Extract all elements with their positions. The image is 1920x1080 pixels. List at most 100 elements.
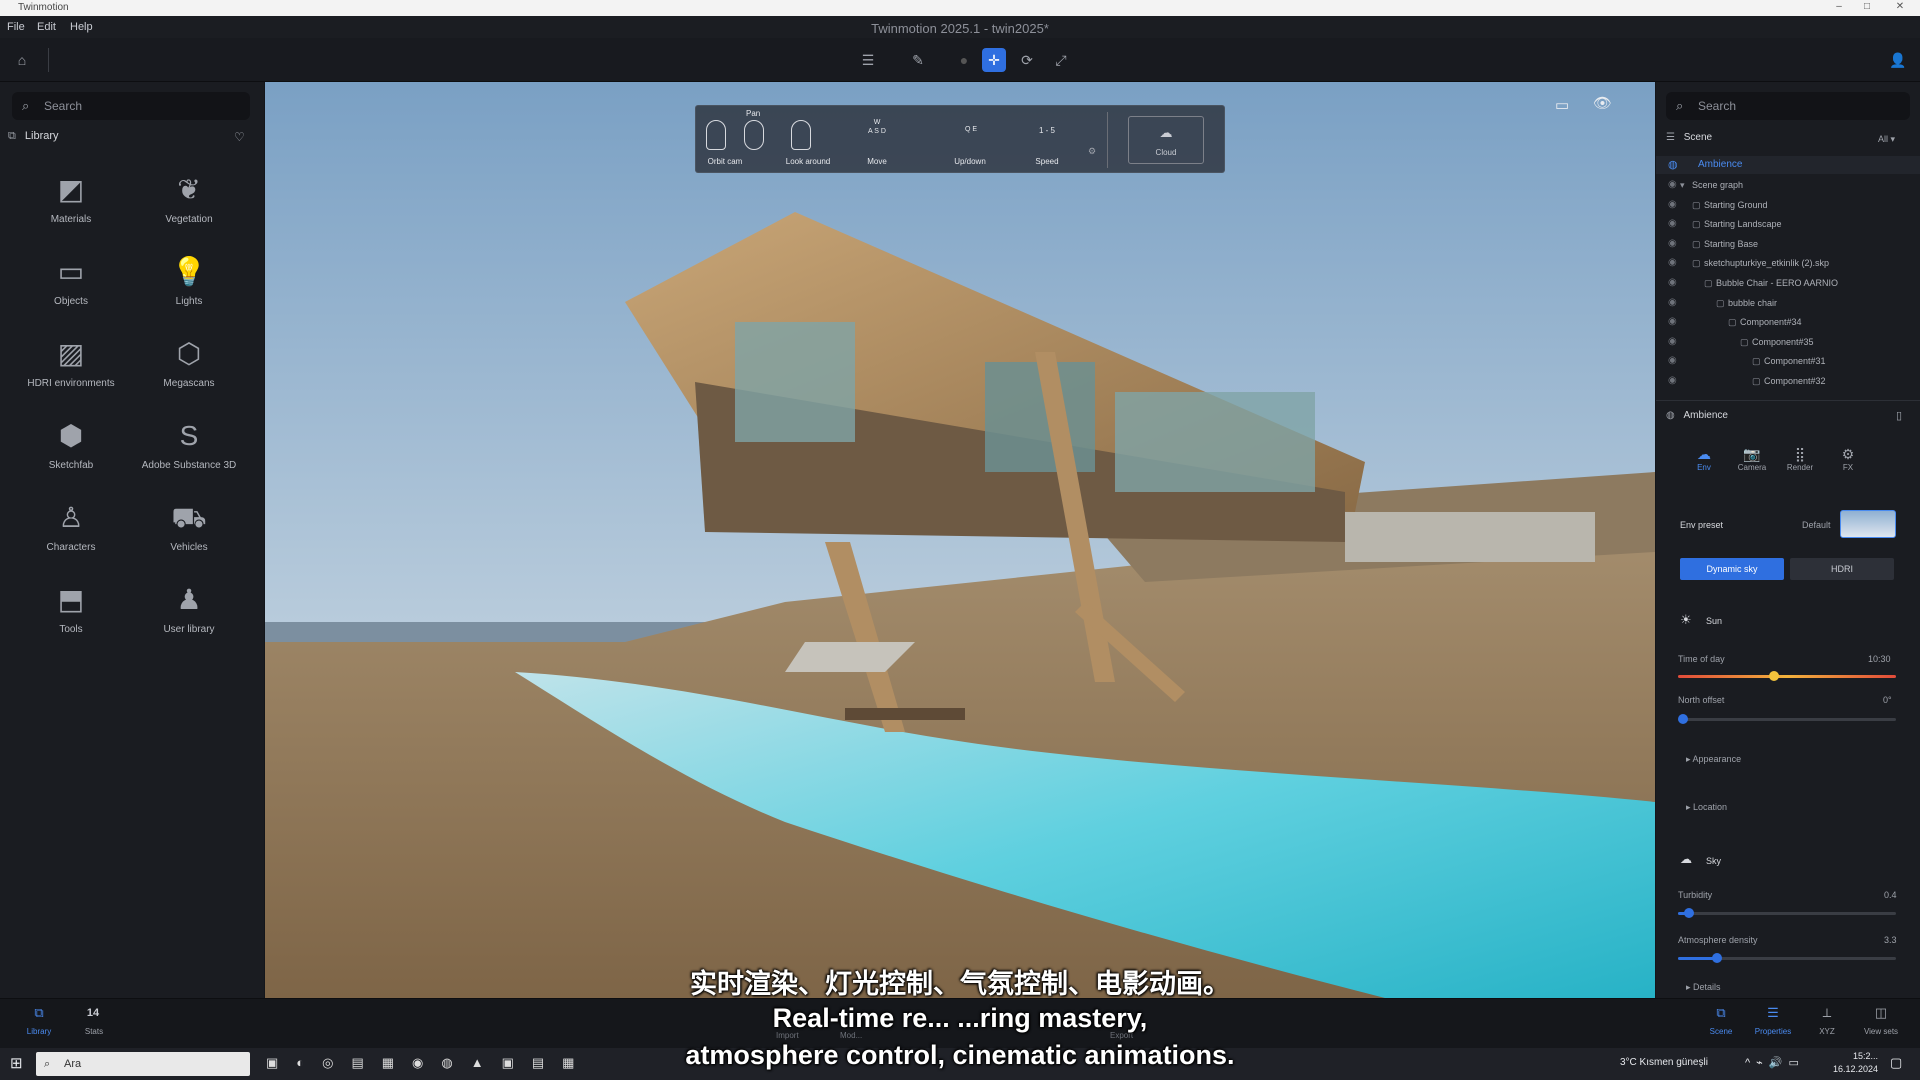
user-icon[interactable]: 👤	[1886, 48, 1910, 72]
location-expander[interactable]: ▸ Location	[1686, 802, 1727, 813]
library-item-label: Sketchfab	[48, 460, 94, 471]
scene-graph-row[interactable]: ◉ ▢ bubble chair	[1656, 294, 1920, 312]
layers-icon[interactable]: ☰	[856, 48, 880, 72]
layout-icon[interactable]: ▭	[1555, 96, 1569, 114]
scene-graph-label: Component#31	[1764, 356, 1826, 367]
folder-icon: ▢	[1752, 356, 1761, 367]
env-preset-label: Env preset	[1680, 520, 1724, 530]
library-item-characters[interactable]: ♙ Characters	[16, 498, 126, 568]
eye-icon[interactable]: ◉	[1668, 294, 1677, 312]
library-item-substance[interactable]: S Adobe Substance 3D	[134, 416, 244, 486]
atmosphere-density-slider[interactable]	[1678, 953, 1896, 963]
scene-graph-row[interactable]: ◉ ▢ sketchupturkiye_etkinlik (2).skp	[1656, 254, 1920, 272]
move-icon[interactable]: ✛	[982, 48, 1006, 72]
scene-graph-row[interactable]: ◉ ▢ Starting Ground	[1656, 196, 1920, 214]
scene-graph-row[interactable]: ◉ ▢ Component#31	[1656, 352, 1920, 370]
scene-graph-label: Component#35	[1752, 336, 1814, 347]
tab-render[interactable]: ⣿ Render	[1780, 446, 1820, 472]
eye-icon[interactable]: ◉	[1668, 372, 1677, 390]
chevron-right-icon: ▸	[1686, 754, 1693, 764]
library-item-label: Megascans	[163, 378, 215, 389]
scene-graph-label: Bubble Chair - EERO AARNIO	[1716, 278, 1839, 288]
scene-graph-row[interactable]: ◉ ▾ Scene graph	[1656, 176, 1920, 194]
eye-icon[interactable]: ◉	[1668, 274, 1677, 292]
favorites-icon[interactable]: ♡	[234, 130, 245, 144]
north-offset-knob[interactable]	[1678, 714, 1688, 724]
search-icon: ⌕	[22, 98, 30, 113]
home-icon[interactable]: ⌂	[10, 48, 34, 72]
turbidity-value: 0.4	[1884, 890, 1897, 900]
hdri-button[interactable]: HDRI	[1790, 558, 1894, 580]
scene-graph-label: Starting Ground	[1704, 199, 1768, 210]
north-offset-slider[interactable]	[1678, 714, 1896, 724]
eye-icon[interactable]: ◉	[1668, 254, 1677, 272]
cloud-button[interactable]: ☁ Cloud	[1128, 116, 1204, 164]
library-item-user-library[interactable]: ♟ User library	[134, 580, 244, 650]
library-item-lights[interactable]: 💡 Lights	[134, 252, 244, 322]
visibility-icon[interactable]: 👁	[1593, 94, 1612, 112]
scene-search-input[interactable]: ⌕ Search	[1666, 92, 1910, 120]
scene-filter-dropdown[interactable]: All ▾	[1878, 134, 1895, 145]
scene-graph-row[interactable]: ◉ ▢ Component#34	[1656, 313, 1920, 331]
subtitle-english-line2: atmosphere control, cinematic animations…	[685, 1040, 1235, 1070]
library-item-hdri[interactable]: ▨ HDRI environments	[16, 334, 126, 404]
wasd-keys-icon: WA S D	[868, 119, 886, 135]
time-of-day-slider[interactable]	[1678, 671, 1896, 681]
select-icon[interactable]: ●	[952, 48, 976, 72]
tab-env[interactable]: ☁ Env	[1684, 446, 1724, 472]
panel-toggle-icon[interactable]: ▯	[1896, 409, 1902, 422]
scene-header: ☰ Scene	[1666, 132, 1712, 143]
chevron-down-icon: ▾	[1680, 180, 1685, 190]
library-item-materials[interactable]: ◩ Materials	[16, 170, 126, 240]
eye-icon[interactable]: ◉	[1668, 176, 1677, 194]
library-item-sketchfab[interactable]: ⬢ Sketchfab	[16, 416, 126, 486]
eye-icon[interactable]: ◉	[1668, 313, 1677, 331]
folder-icon: ▢	[1692, 258, 1701, 269]
library-item-tools[interactable]: ⬒ Tools	[16, 580, 126, 650]
library-item-label: Objects	[54, 296, 88, 307]
dynamic-sky-button[interactable]: Dynamic sky	[1680, 558, 1784, 580]
tab-camera[interactable]: 📷 Camera	[1732, 446, 1772, 472]
library-item-objects[interactable]: ▭ Objects	[16, 252, 126, 322]
library-panel: ⌕ Search ⧉ Library ♡ ◩ Materials ❦ Vegetati…	[0, 82, 264, 998]
eye-icon[interactable]: ◉	[1668, 235, 1677, 253]
appearance-expander[interactable]: ▸ Appearance	[1686, 754, 1741, 765]
3d-viewport[interactable]: ▭ 👁	[265, 82, 1655, 998]
rotate-icon[interactable]: ⟳	[1015, 48, 1039, 72]
scene-graph-row[interactable]: ◉ ▢ Component#32	[1656, 372, 1920, 390]
eye-icon[interactable]: ◉	[1668, 333, 1677, 351]
turbidity-knob[interactable]	[1683, 908, 1694, 918]
scene-graph-row[interactable]: ◉ ▢ Component#35	[1656, 333, 1920, 351]
document-title: Twinmotion 2025.1 - twin2025*	[871, 21, 1049, 36]
scene-graph-row[interactable]: ◉ ▢ Bubble Chair - EERO AARNIO	[1656, 274, 1920, 292]
ambience-row-label: Ambience	[1698, 159, 1743, 170]
up-down-label: Up/down	[954, 157, 986, 166]
eye-icon[interactable]: ◉	[1668, 352, 1677, 370]
tab-fx[interactable]: ⚙ FX	[1828, 446, 1868, 472]
eye-icon[interactable]: ◉	[1668, 196, 1677, 214]
time-of-day-knob[interactable]	[1768, 671, 1779, 681]
library-item-vegetation[interactable]: ❦ Vegetation	[134, 170, 244, 240]
scale-icon[interactable]: ⤢	[1049, 48, 1073, 72]
library-item-vehicles[interactable]: ⛟ Vehicles	[134, 498, 244, 568]
scene-graph-row[interactable]: ◉ ▢ Starting Base	[1656, 235, 1920, 253]
close-button[interactable]: ✕	[1893, 1, 1907, 15]
folder-icon: ▢	[1692, 219, 1701, 230]
scene-graph-row[interactable]: ◉ ▢ Starting Landscape	[1656, 215, 1920, 233]
library-search-input[interactable]: ⌕ Search	[12, 92, 250, 120]
top-toolbar: ⌂ ☰ ✎ ● ✛ ⟳ ⤢ 👤	[0, 38, 1920, 82]
minimize-button[interactable]: –	[1832, 1, 1846, 15]
env-preset-thumbnail[interactable]	[1840, 510, 1896, 538]
ambience-row[interactable]: ◍ Ambience	[1656, 156, 1920, 174]
maximize-button[interactable]: □	[1860, 1, 1874, 15]
hud-settings-icon[interactable]: ⚙	[1088, 146, 1096, 157]
library-item-label: Lights	[175, 296, 203, 307]
eye-icon[interactable]: ◉	[1668, 215, 1677, 233]
library-item-megascans[interactable]: ⬡ Megascans	[134, 334, 244, 404]
brush-icon[interactable]: ✎	[906, 48, 930, 72]
library-item-label: Tools	[59, 624, 83, 635]
pan-label: Pan	[746, 109, 761, 118]
turbidity-slider[interactable]	[1678, 908, 1896, 918]
turbidity-label: Turbidity	[1678, 890, 1713, 900]
atmosphere-density-label: Atmosphere density	[1678, 935, 1758, 945]
